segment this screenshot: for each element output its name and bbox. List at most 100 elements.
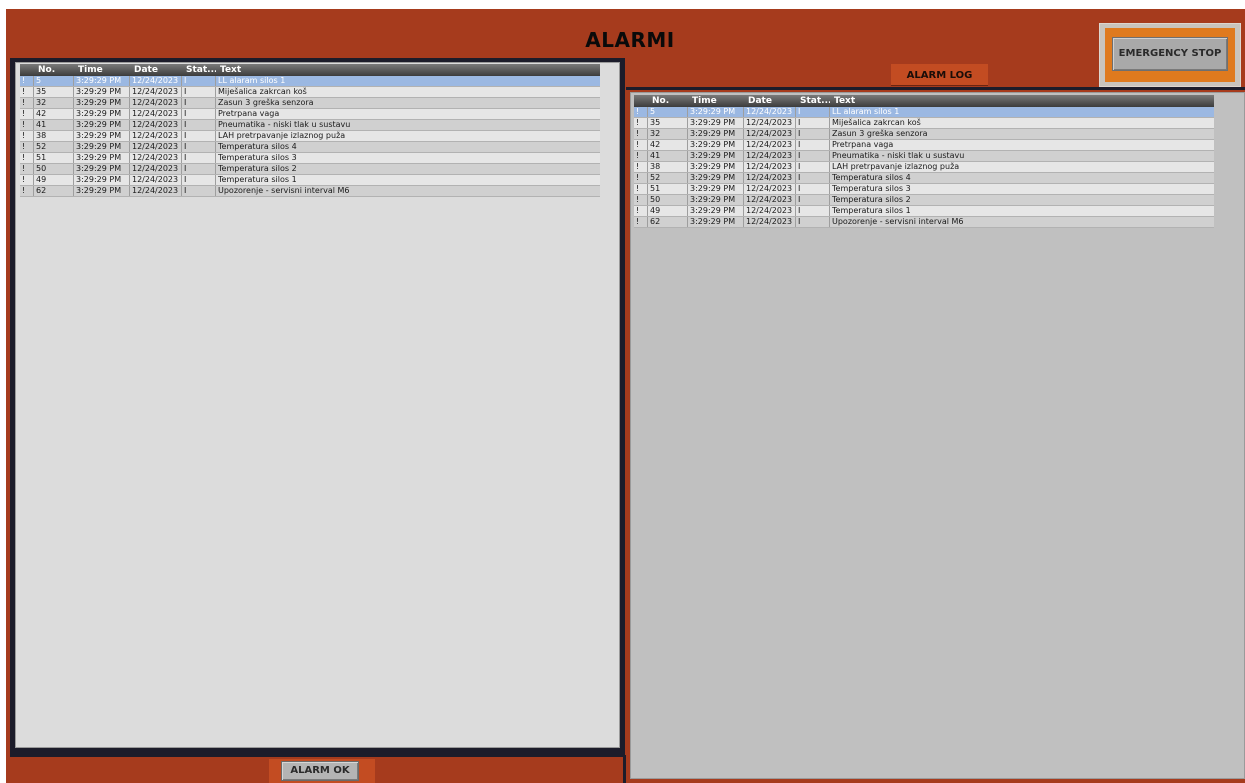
cell-flag: ! [634,206,648,216]
cell-date: 12/24/2023 [130,153,182,163]
column-header[interactable]: Time [688,95,744,107]
active-alarms-view: No. Time Date Stat... Text! 5 3:29:29 PM 12/24/… [15,62,620,748]
table-row[interactable]: ! 49 3:29:29 PM 12/24/2023 I Temperatura silo… [20,175,600,186]
cell-no: 51 [648,184,688,194]
cell-no: 5 [648,107,688,117]
table-row[interactable]: ! 62 3:29:29 PM 12/24/2023 I Upozorenje - ser… [20,186,600,197]
table-row[interactable]: ! 49 3:29:29 PM 12/24/2023 I Temperatura silo… [634,206,1214,217]
cell-date: 12/24/2023 [744,162,796,172]
cell-no: 52 [34,142,74,152]
table-row[interactable]: ! 51 3:29:29 PM 12/24/2023 I Temperatura silo… [634,184,1214,195]
cell-status: I [796,129,830,139]
table-row[interactable]: ! 62 3:29:29 PM 12/24/2023 I Upozorenje - ser… [634,217,1214,228]
alarm-log-table[interactable]: No. Time Date Stat... Text! 5 3:29:29 PM 12/24/… [634,95,1214,228]
cell-no: 35 [34,87,74,97]
cell-time: 3:29:29 PM [688,184,744,194]
cell-date: 12/24/2023 [744,206,796,216]
cell-flag: ! [634,195,648,205]
cell-date: 12/24/2023 [130,76,182,86]
cell-no: 38 [648,162,688,172]
table-row[interactable]: ! 50 3:29:29 PM 12/24/2023 I Temperatura silo… [634,195,1214,206]
table-row[interactable]: ! 35 3:29:29 PM 12/24/2023 I Miješalica zakrc… [634,118,1214,129]
cell-text: LAH pretrpavanje izlaznog puža [832,162,960,171]
table-row[interactable]: ! 38 3:29:29 PM 12/24/2023 I LAH pretrpavanje… [634,162,1214,173]
table-header: No. Time Date Stat... Text [634,95,1214,107]
cell-time: 3:29:29 PM [688,107,744,117]
cell-status: I [182,98,216,108]
table-row[interactable]: ! 5 3:29:29 PM 12/24/2023 I LL alaram silos 1 [20,76,600,87]
cell-flag: ! [20,186,34,196]
cell-date: 12/24/2023 [744,151,796,161]
column-header[interactable]: No. [34,64,74,76]
divider [623,755,626,783]
cell-flag: ! [634,151,648,161]
column-header[interactable]: Stat... [182,64,216,76]
cell-text: Miješalica zakrcan koš [832,118,921,127]
table-row[interactable]: ! 32 3:29:29 PM 12/24/2023 I Zasun 3 greška s… [634,129,1214,140]
cell-time: 3:29:29 PM [74,131,130,141]
cell-flag: ! [20,76,34,86]
cell-text: Temperatura silos 2 [218,164,297,173]
active-alarms-table[interactable]: No. Time Date Stat... Text! 5 3:29:29 PM 12/24/… [20,64,600,197]
cell-time: 3:29:29 PM [74,87,130,97]
cell-time: 3:29:29 PM [74,109,130,119]
cell-time: 3:29:29 PM [74,76,130,86]
cell-time: 3:29:29 PM [688,217,744,227]
cell-time: 3:29:29 PM [74,120,130,130]
cell-no: 50 [648,195,688,205]
cell-no: 49 [648,206,688,216]
cell-time: 3:29:29 PM [688,173,744,183]
table-row[interactable]: ! 32 3:29:29 PM 12/24/2023 I Zasun 3 greška s… [20,98,600,109]
cell-text: Temperatura silos 3 [832,184,911,193]
cell-date: 12/24/2023 [130,186,182,196]
cell-no: 49 [34,175,74,185]
table-row[interactable]: ! 51 3:29:29 PM 12/24/2023 I Temperatura silo… [20,153,600,164]
table-row[interactable]: ! 52 3:29:29 PM 12/24/2023 I Temperatura silo… [634,173,1214,184]
table-row[interactable]: ! 42 3:29:29 PM 12/24/2023 I Pretrpana vaga [634,140,1214,151]
column-header[interactable]: Time [74,64,130,76]
cell-date: 12/24/2023 [130,142,182,152]
table-row[interactable]: ! 5 3:29:29 PM 12/24/2023 I LL alaram silos 1 [634,107,1214,118]
cell-date: 12/24/2023 [744,129,796,139]
cell-text: Pretrpana vaga [832,140,894,149]
cell-text: Pneumatika - niski tlak u sustavu [832,151,965,160]
table-header: No. Time Date Stat... Text [20,64,600,76]
cell-text: Temperatura silos 4 [832,173,911,182]
cell-date: 12/24/2023 [744,195,796,205]
table-row[interactable]: ! 35 3:29:29 PM 12/24/2023 I Miješalica zakrc… [20,87,600,98]
cell-no: 32 [34,98,74,108]
column-header[interactable]: Date [130,64,182,76]
table-row[interactable]: ! 41 3:29:29 PM 12/24/2023 I Pneumatika - nis… [634,151,1214,162]
column-header-flag [20,64,34,76]
cell-date: 12/24/2023 [744,217,796,227]
cell-text: LL alaram silos 1 [218,76,286,85]
column-header[interactable]: Text [216,64,600,76]
cell-status: I [796,206,830,216]
cell-status: I [796,151,830,161]
cell-status: I [796,173,830,183]
cell-time: 3:29:29 PM [688,206,744,216]
cell-time: 3:29:29 PM [688,151,744,161]
column-header[interactable]: Stat... [796,95,830,107]
table-row[interactable]: ! 41 3:29:29 PM 12/24/2023 I Pneumatika - nis… [20,120,600,131]
cell-no: 32 [648,129,688,139]
table-row[interactable]: ! 38 3:29:29 PM 12/24/2023 I LAH pretrpavanje… [20,131,600,142]
cell-flag: ! [20,153,34,163]
table-row[interactable]: ! 42 3:29:29 PM 12/24/2023 I Pretrpana vaga [20,109,600,120]
table-row[interactable]: ! 52 3:29:29 PM 12/24/2023 I Temperatura silo… [20,142,600,153]
cell-status: I [796,140,830,150]
cell-time: 3:29:29 PM [688,118,744,128]
column-header[interactable]: No. [648,95,688,107]
cell-status: I [182,153,216,163]
cell-flag: ! [20,131,34,141]
column-header[interactable]: Date [744,95,796,107]
cell-no: 5 [34,76,74,86]
table-row[interactable]: ! 50 3:29:29 PM 12/24/2023 I Temperatura silo… [20,164,600,175]
column-header[interactable]: Text [830,95,1214,107]
alarm-ok-button[interactable]: ALARM OK [281,761,359,781]
emergency-stop-button[interactable]: EMERGENCY STOP [1112,37,1228,71]
active-alarms-panel: No. Time Date Stat... Text! 5 3:29:29 PM 12/24/… [10,58,625,755]
cell-status: I [796,184,830,194]
cell-date: 12/24/2023 [744,107,796,117]
cell-time: 3:29:29 PM [74,98,130,108]
